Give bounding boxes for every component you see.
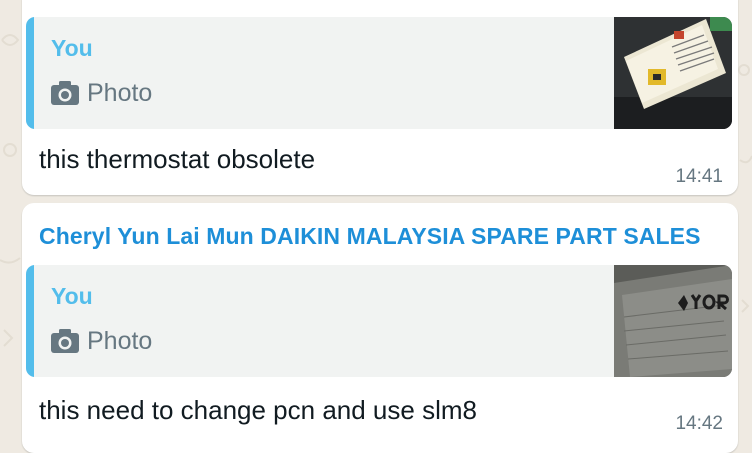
message-timestamp: 14:41 xyxy=(675,166,723,187)
quote-type-label: Photo xyxy=(87,78,153,107)
quote-author: You xyxy=(51,35,93,61)
message-bubble[interactable]: You Photo this thermostat obsolete 14:41 xyxy=(22,0,738,195)
quote-accent-bar xyxy=(26,17,34,129)
message-timestamp: 14:42 xyxy=(675,413,723,434)
sender-name[interactable]: Cheryl Yun Lai Mun DAIKIN MALAYSIA SPARE… xyxy=(39,223,701,250)
quote-thumbnail[interactable] xyxy=(614,17,732,129)
quote-media-type: Photo xyxy=(51,78,152,108)
quote-accent-bar xyxy=(26,265,34,377)
camera-icon xyxy=(51,81,79,105)
message-text: this need to change pcn and use slm8 xyxy=(39,395,477,425)
quote-type-label: Photo xyxy=(87,326,153,355)
quoted-reply[interactable]: You Photo xyxy=(26,265,732,377)
message-bubble[interactable]: Cheryl Yun Lai Mun DAIKIN MALAYSIA SPARE… xyxy=(22,203,738,453)
quote-author: You xyxy=(51,283,93,309)
camera-icon xyxy=(51,329,79,353)
message-text: this thermostat obsolete xyxy=(39,144,316,174)
quote-thumbnail[interactable] xyxy=(614,265,732,377)
quoted-reply[interactable]: You Photo xyxy=(26,17,732,129)
quote-media-type: Photo xyxy=(51,326,152,356)
